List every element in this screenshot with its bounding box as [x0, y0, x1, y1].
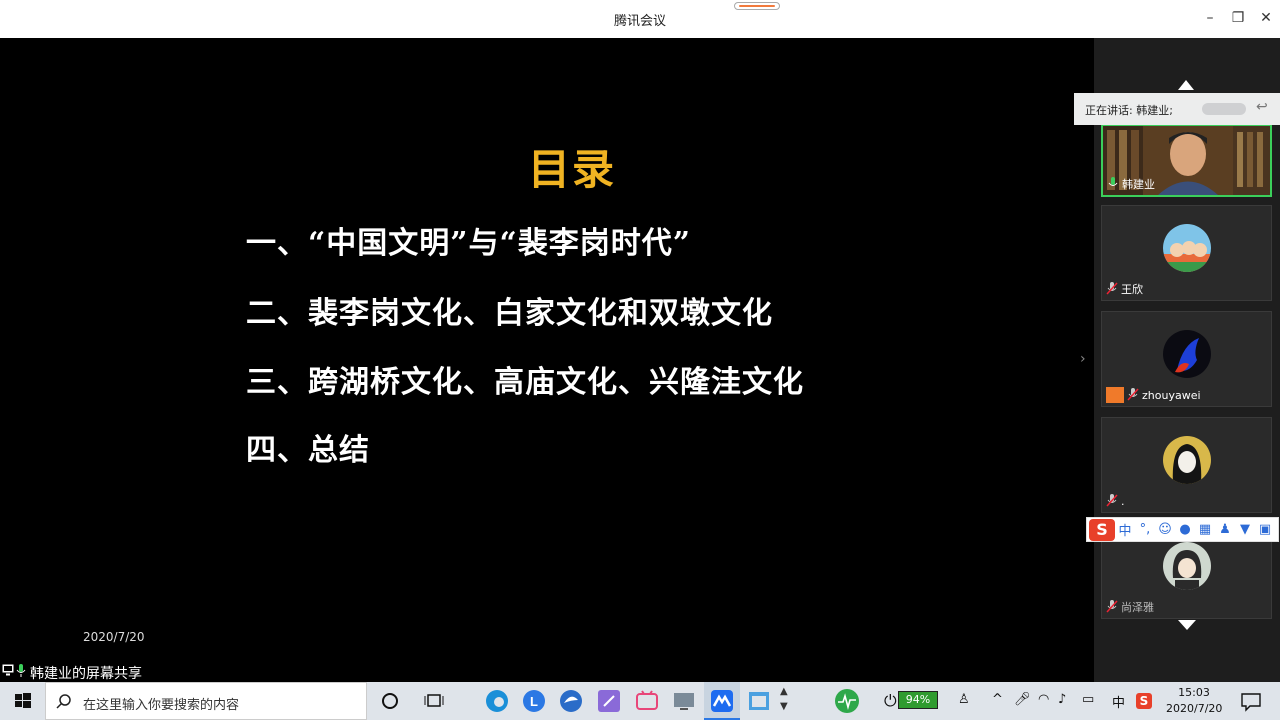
screen-share-bar: 韩建业的屏幕共享 [0, 660, 1094, 682]
slide-date: 2020/7/20 [83, 630, 145, 644]
wifi-icon[interactable]: ◠ [1038, 692, 1049, 707]
participant-name-row: 韩建业 [1107, 176, 1155, 192]
windows-start-icon[interactable] [10, 688, 36, 714]
people-icon[interactable]: ♙ [958, 692, 970, 707]
cortana-icon[interactable] [377, 688, 403, 714]
volume-icon[interactable]: ♪ [1058, 692, 1066, 707]
minimize-button[interactable]: – [1200, 8, 1220, 28]
screen-share-icon [2, 664, 14, 676]
participant-tile[interactable]: 韩建业 [1101, 124, 1272, 197]
mic-muted-icon [1106, 600, 1118, 613]
app-monitor-icon[interactable] [671, 688, 697, 714]
ime-punct-button[interactable]: °, [1135, 522, 1155, 537]
task-view-icon[interactable] [421, 688, 447, 714]
collapse-panel-chevron-icon[interactable]: › [1080, 350, 1092, 368]
mic-icon[interactable]: ● [1175, 522, 1195, 537]
participant-tile[interactable]: . [1101, 417, 1272, 513]
mic-muted-icon [1127, 388, 1139, 401]
window-title: 腾讯会议 [613, 14, 666, 29]
input-language[interactable]: 中 [1112, 692, 1125, 711]
window-titlebar: 腾讯会议 – ❐ ✕ [0, 0, 1280, 38]
edge-browser-icon[interactable] [484, 688, 510, 714]
avatar [1163, 224, 1211, 272]
avatar [1163, 330, 1211, 378]
emoji-icon[interactable]: ☺ [1155, 522, 1175, 537]
tencent-meeting-taskbar-button[interactable] [704, 682, 740, 720]
user-icon[interactable]: ♟ [1215, 522, 1235, 537]
mic-muted-icon [1106, 494, 1118, 507]
drag-handle[interactable] [734, 2, 780, 10]
participant-tile[interactable]: 王欣 [1101, 205, 1272, 301]
search-placeholder: 在这里输入你要搜索的内容 [83, 698, 240, 713]
participant-name: . [1121, 494, 1125, 508]
clock[interactable]: 15:03 2020/7/20 [1166, 685, 1222, 717]
keyboard-icon[interactable]: ▭ [1082, 692, 1094, 707]
participant-name: 尚泽雅 [1121, 601, 1154, 614]
app-l-icon[interactable]: L [521, 688, 547, 714]
reply-arrow-icon[interactable]: ↩ [1256, 99, 1274, 117]
keyboard-icon[interactable]: ▦ [1195, 522, 1215, 537]
shirt-icon[interactable]: ▼ [1235, 522, 1255, 537]
speaking-label: 正在讲话: 韩建业; [1085, 104, 1173, 117]
clock-date: 2020/7/20 [1166, 702, 1223, 715]
mic-icon[interactable] [16, 664, 26, 678]
slide-title: 目录 [527, 145, 616, 194]
toc-item-1: 一、“中国文明”与“裴李岗时代” [246, 226, 692, 261]
ime-toolbar: S 中 °, ☺ ● ▦ ♟ ▼ ▣ [1086, 517, 1279, 542]
app-feather-icon[interactable] [596, 688, 622, 714]
toc-item-4: 四、总结 [246, 433, 370, 468]
activity-monitor-icon[interactable] [834, 688, 860, 714]
participant-name: zhouyawei [1142, 388, 1201, 402]
toc-item-2: 二、裴李岗文化、白家文化和双墩文化 [246, 296, 773, 331]
svg-text:L: L [530, 694, 538, 709]
scroll-down-arrow-icon[interactable] [1178, 620, 1196, 630]
show-hidden-icons-chevron-icon[interactable]: ^ [992, 692, 1003, 707]
shared-screen: 目录 一、“中国文明”与“裴李岗时代” 二、裴李岗文化、白家文化和双墩文化 三、… [0, 38, 1094, 660]
close-button[interactable]: ✕ [1256, 8, 1276, 28]
restore-button[interactable]: ❐ [1228, 8, 1248, 28]
taskbar: 在这里输入你要搜索的内容 L ▲ ▼ ⏻ 94% ♙ ^ 🎤︎ ◠ ♪ ▭ 中 S… [0, 682, 1280, 720]
participant-name: 王欣 [1121, 283, 1143, 296]
participant-name: 韩建业 [1122, 178, 1155, 191]
clock-time: 15:03 [1178, 686, 1210, 699]
sogou-logo-icon[interactable]: S [1089, 518, 1115, 541]
app-window-icon[interactable] [746, 688, 772, 714]
tray-scroll-arrows-icon[interactable]: ▲ ▼ [780, 684, 788, 714]
sogou-tray-icon[interactable]: S [1136, 693, 1152, 709]
notification-center-icon[interactable] [1238, 688, 1264, 714]
microphone-icon[interactable]: 🎤︎ [1014, 692, 1031, 707]
grid-icon[interactable]: ▣ [1255, 522, 1275, 537]
avatar [1163, 436, 1211, 484]
participant-name-row: 尚泽雅 [1106, 599, 1154, 615]
participant-name-row: zhouyawei [1106, 387, 1201, 403]
app-bird-icon[interactable] [558, 688, 584, 714]
search-box[interactable]: 在这里输入你要搜索的内容 [45, 682, 367, 720]
battery-indicator[interactable]: 94% [898, 691, 938, 709]
scroll-up-arrow-icon[interactable] [1178, 80, 1194, 90]
power-plug-icon: ⏻ [884, 691, 897, 710]
ime-mode-button[interactable]: 中 [1115, 520, 1135, 539]
tencent-meeting-icon [711, 690, 733, 712]
search-icon [56, 694, 71, 709]
participant-name-row: 王欣 [1106, 281, 1143, 297]
toc-item-3: 三、跨湖桥文化、高庙文化、兴隆洼文化 [246, 365, 804, 400]
screen-share-label: 韩建业的屏幕共享 [30, 666, 142, 682]
participant-tile[interactable]: zhouyawei [1101, 311, 1272, 407]
mic-active-icon [1108, 177, 1118, 186]
mic-muted-icon [1106, 282, 1118, 295]
participant-name-row: . [1106, 493, 1125, 509]
bilibili-icon[interactable] [634, 688, 660, 714]
speaking-banner: 正在讲话: 韩建业; ↩ [1074, 93, 1280, 125]
user-icon [1106, 387, 1124, 403]
avatar [1163, 542, 1211, 590]
speaker-avatars [1202, 103, 1246, 115]
